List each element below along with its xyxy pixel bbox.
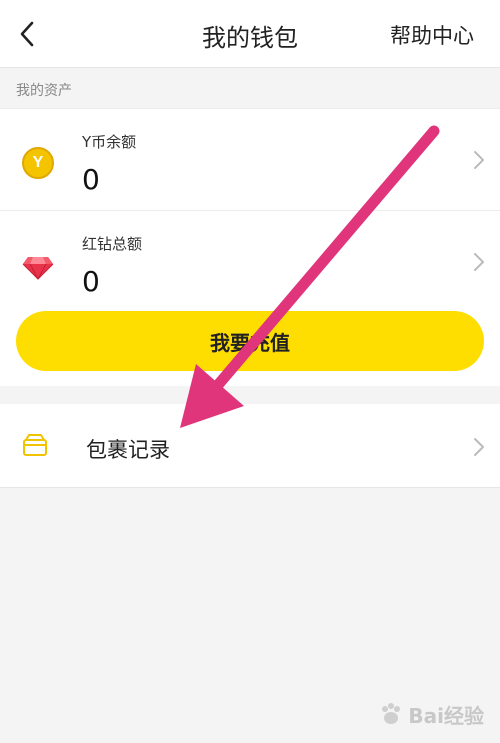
red-diamond-icon: [22, 257, 54, 280]
parcel-record-label: 包裹记录: [86, 438, 170, 462]
chevron-right-icon: [474, 438, 484, 456]
paw-icon: [382, 702, 401, 724]
red-diamond-total-value: 0: [82, 265, 100, 298]
assets-section-label: 我的资产: [16, 83, 72, 99]
chevron-right-icon: [474, 253, 484, 271]
watermark-logo: Bai经验: [378, 700, 484, 729]
box-icon: [23, 434, 47, 456]
watermark-text: Bai经验: [408, 704, 484, 728]
recharge-button[interactable]: 我要充值: [16, 311, 484, 371]
y-coin-icon: Y: [22, 147, 54, 179]
help-center-link[interactable]: 帮助中心: [390, 20, 474, 50]
red-diamond-total-label: 红钻总额: [82, 235, 143, 253]
y-coin-balance-label: Y币余额: [82, 133, 137, 151]
header-bar: 我的钱包 帮助中心: [0, 0, 500, 68]
y-coin-balance-value: 0: [82, 163, 100, 196]
red-diamond-total-row[interactable]: 红钻总额 0: [0, 211, 500, 313]
parcel-record-row[interactable]: 包裹记录: [0, 404, 500, 488]
chevron-right-icon: [474, 151, 484, 169]
y-coin-balance-row[interactable]: Y Y币余额 0: [0, 109, 500, 211]
